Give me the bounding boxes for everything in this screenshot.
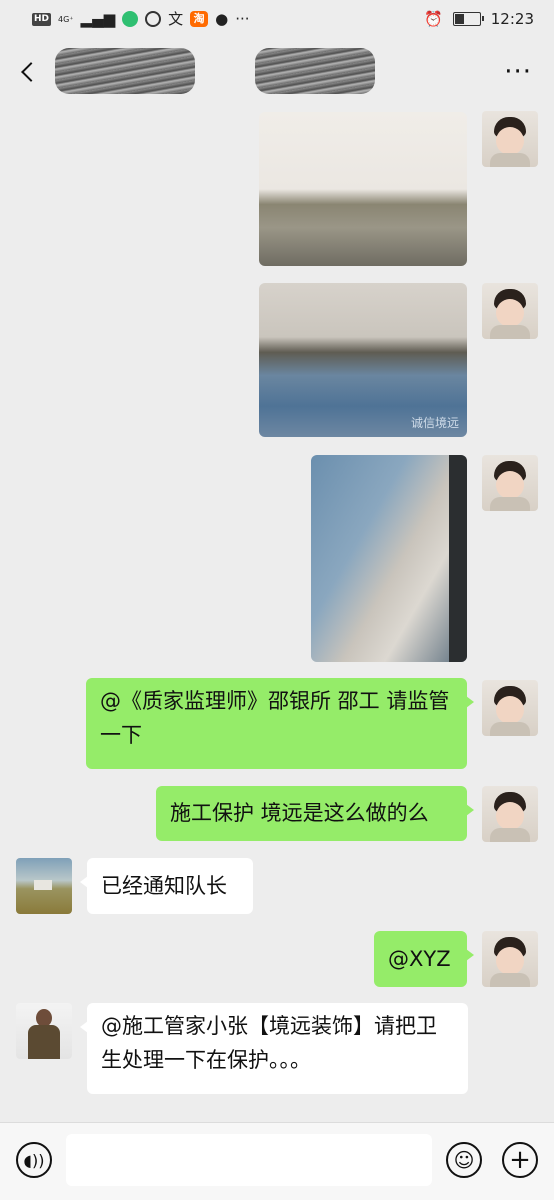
battery-icon (452, 12, 484, 26)
status-left: HD 4G⁺ ▂▄▆ 文 淘 ● ··· (32, 11, 250, 27)
redaction-scribble (55, 48, 195, 94)
my-avatar[interactable] (482, 680, 538, 736)
plus-icon: + (509, 1145, 531, 1175)
back-icon (21, 62, 41, 82)
message-bubble-received[interactable]: @施工管家小张【境远装饰】请把卫生处理一下在保护。。。 (80, 1003, 468, 1094)
clock-time: 12:23 (490, 10, 534, 28)
emoji-icon: ☺ (453, 1148, 475, 1172)
hd-badge: HD (32, 12, 52, 26)
contact-avatar[interactable] (16, 1003, 72, 1059)
message-bubble-sent[interactable]: @XYZ (374, 931, 474, 987)
text-app-icon: 文 (168, 10, 184, 28)
message-input[interactable] (66, 1134, 432, 1186)
more-options-icon[interactable]: ··· (504, 59, 532, 85)
image-message[interactable] (311, 455, 467, 662)
input-bar: ◖)) ☺ + (0, 1122, 554, 1200)
voice-button[interactable]: ◖)) (16, 1142, 52, 1178)
image-message[interactable]: 诚信境远 (259, 283, 467, 437)
my-avatar[interactable] (482, 111, 538, 167)
more-actions-button[interactable]: + (502, 1142, 538, 1178)
image-message[interactable] (259, 112, 467, 266)
chat-title-redacted (55, 48, 375, 94)
back-button[interactable] (18, 52, 48, 92)
my-avatar[interactable] (482, 786, 538, 842)
more-notifications-icon: ··· (235, 10, 250, 28)
alarm-icon: ⏰ (424, 10, 443, 28)
voice-icon: ◖)) (23, 1150, 45, 1170)
message-bubble-sent[interactable]: @《质家监理师》邵银所 邵工 请监管一下 (86, 678, 474, 769)
my-avatar[interactable] (482, 455, 538, 511)
image-watermark: 诚信境远 (410, 416, 459, 430)
status-bar: HD 4G⁺ ▂▄▆ 文 淘 ● ··· ⏰ 12:23 (0, 0, 554, 38)
emoji-button[interactable]: ☺ (446, 1142, 482, 1178)
nav-bar: ··· (0, 38, 554, 106)
my-avatar[interactable] (482, 931, 538, 987)
contact-avatar[interactable] (16, 858, 72, 914)
taobao-icon: 淘 (190, 11, 209, 27)
weibo-icon (145, 11, 162, 27)
image-dark-strip (449, 455, 467, 662)
my-avatar[interactable] (482, 283, 538, 339)
battery-fill (454, 14, 464, 24)
network-indicator: 4G⁺ (58, 14, 74, 24)
message-bubble-received[interactable]: 已经通知队长 (80, 858, 253, 914)
signal-icon: ▂▄▆ (80, 10, 116, 28)
redaction-scribble (255, 48, 375, 94)
status-right: ⏰ 12:23 (424, 10, 534, 28)
message-bubble-sent[interactable]: 施工保护 境远是这么做的么 (156, 786, 474, 841)
chat-app-icon: ● (215, 10, 229, 28)
video-app-icon (122, 11, 139, 27)
